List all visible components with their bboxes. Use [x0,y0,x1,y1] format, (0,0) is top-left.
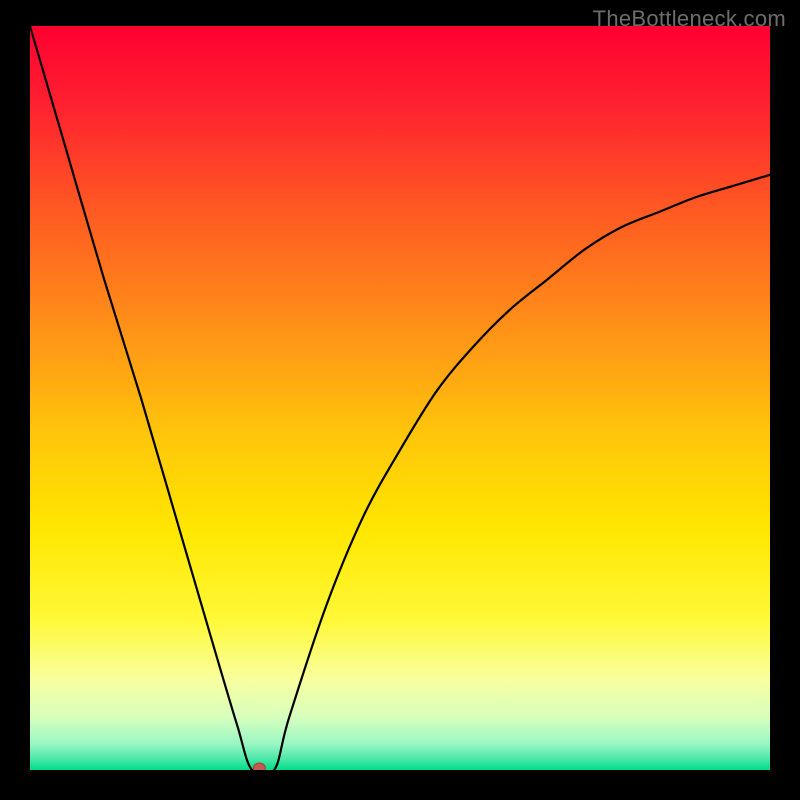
plot-area [30,26,770,770]
chart-frame: TheBottleneck.com [0,0,800,800]
chart-svg [30,26,770,770]
minimum-marker [253,763,265,770]
watermark-label: TheBottleneck.com [593,6,786,32]
